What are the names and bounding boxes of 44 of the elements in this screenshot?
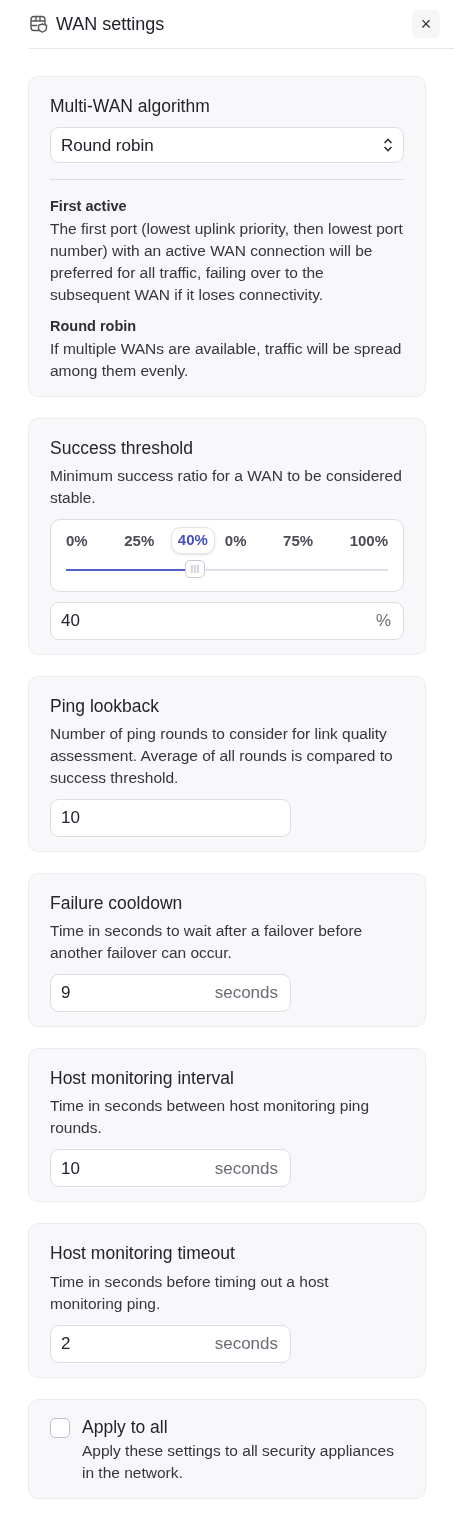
checkbox[interactable] bbox=[50, 1417, 70, 1438]
field-value: 40 bbox=[61, 609, 80, 632]
tick-label: 25% bbox=[124, 531, 155, 551]
section-description: Time in seconds before timing out a host monitoring ping. bbox=[50, 1271, 330, 1314]
option-name: Round robin bbox=[50, 317, 138, 336]
number-field[interactable]: 10 seconds bbox=[50, 1149, 291, 1188]
section-title: Host monitoring timeout bbox=[50, 1242, 236, 1266]
slider-thumb[interactable] bbox=[184, 559, 205, 578]
tick-label: 75% bbox=[283, 531, 314, 551]
panel-title: WAN settings bbox=[56, 12, 165, 36]
section-description: Number of ping rounds to consider for link quality assessment. Average of all rounds is compared to success threshold. bbox=[50, 723, 394, 788]
unit-label: seconds bbox=[214, 1157, 278, 1180]
field-value: 2 bbox=[61, 1332, 71, 1355]
appliance-shield-icon bbox=[30, 15, 48, 33]
percent-field[interactable]: 40 % bbox=[50, 601, 404, 640]
unit-label: seconds bbox=[214, 1332, 278, 1355]
unit-label: % bbox=[375, 609, 391, 632]
field-value: 9 bbox=[61, 982, 71, 1005]
checkbox-label: Apply to all bbox=[82, 1415, 169, 1439]
section-description: Time in seconds between host monitoring ping rounds. bbox=[50, 1096, 371, 1139]
section-title: Failure cooldown bbox=[50, 891, 184, 915]
option-name: First active bbox=[50, 197, 128, 217]
section-description: Minimum success ratio for a WAN to be considered stable. bbox=[50, 466, 403, 508]
section-title: Ping lookback bbox=[50, 694, 160, 718]
tick-label: 0% bbox=[224, 531, 247, 551]
section-description: Time in seconds to wait after a failover before another failover can occur. bbox=[50, 921, 364, 963]
section-title: Multi-WAN algorithm bbox=[50, 95, 211, 118]
unit-label: seconds bbox=[214, 982, 278, 1005]
number-field[interactable]: 2 seconds bbox=[50, 1324, 291, 1363]
algorithm-select[interactable]: Round robin bbox=[50, 127, 404, 164]
tick-label: 100% bbox=[349, 531, 388, 551]
number-field[interactable]: 10 bbox=[50, 798, 291, 837]
field-value: 10 bbox=[61, 1157, 80, 1180]
section-title: Host monitoring interval bbox=[50, 1067, 235, 1090]
up-down-chevron-icon bbox=[383, 138, 393, 153]
section-title: Success threshold bbox=[50, 436, 194, 460]
option-description: If multiple WANs are available, traffic will be spread among them evenly. bbox=[50, 338, 403, 381]
tick-label: 0% bbox=[66, 531, 88, 551]
checkbox-description: Apply these settings to all security appliances in the network. bbox=[82, 1440, 395, 1483]
close-button[interactable]: × bbox=[412, 10, 440, 38]
option-description: The first port (lowest uplink priority, then lowest port number) with an active WAN connection will be preferred for all traffic, failing over to the subsequent WAN if it loses connectivity. bbox=[50, 219, 404, 305]
field-value: 10 bbox=[61, 807, 80, 829]
value-tooltip: 40% bbox=[170, 527, 215, 554]
number-field[interactable]: 9 seconds bbox=[50, 974, 291, 1012]
